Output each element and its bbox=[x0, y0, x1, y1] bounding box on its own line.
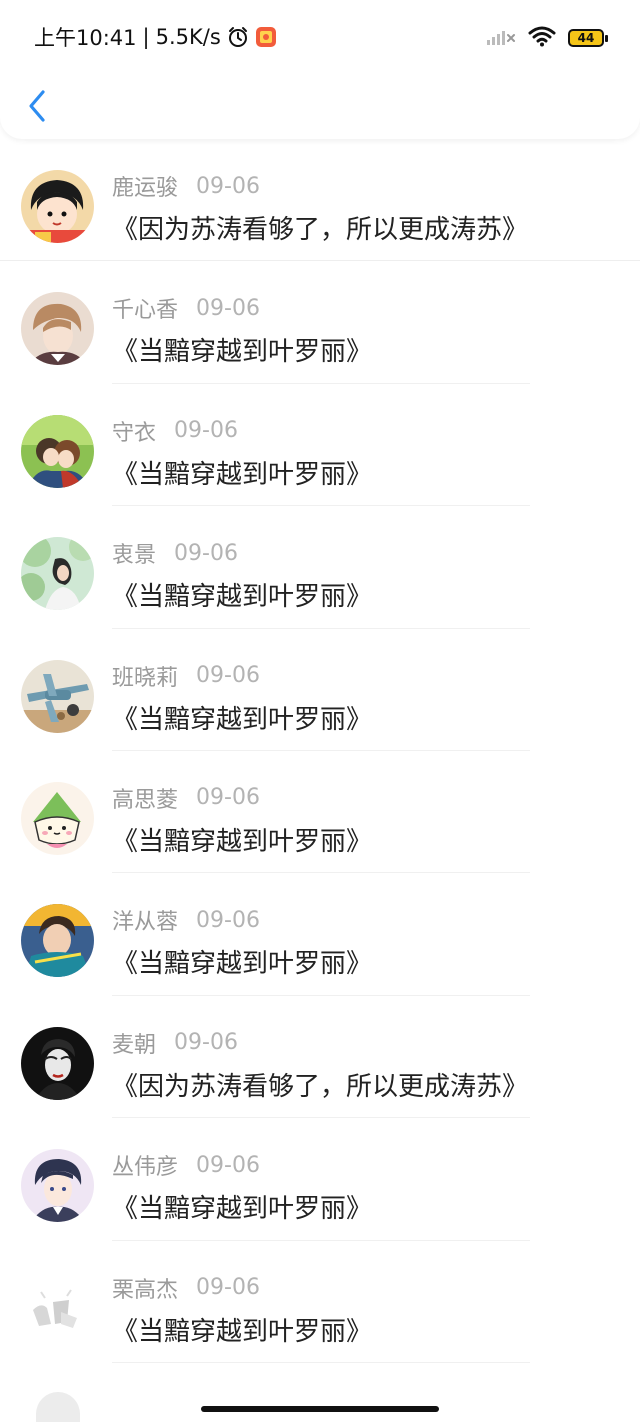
list-item[interactable]: 守衣 09-06 《当黯穿越到叶罗丽》 bbox=[0, 384, 640, 507]
comment-text: 《当黯穿越到叶罗丽》 bbox=[112, 949, 373, 980]
status-right: 44 bbox=[486, 23, 608, 53]
comment-meta: 班晓莉 09-06 bbox=[112, 660, 260, 692]
comment-text: 《当黯穿越到叶罗丽》 bbox=[112, 826, 373, 857]
comment-meta: 千心香 09-06 bbox=[112, 292, 260, 324]
battery-icon: 44 bbox=[568, 29, 608, 47]
comment-meta: 守衣 09-06 bbox=[112, 415, 238, 447]
list-item[interactable]: 千心香 09-06 《当黯穿越到叶罗丽》 bbox=[0, 261, 640, 384]
user-name[interactable]: 衷景 bbox=[112, 537, 156, 569]
comment-date: 09-06 bbox=[196, 1275, 260, 1301]
comment-meta: 鹿运骏 09-06 bbox=[112, 170, 260, 202]
list-item[interactable]: 衷景 09-06 《当黯穿越到叶罗丽》 bbox=[0, 506, 640, 629]
sketch-avatar[interactable] bbox=[21, 1271, 94, 1345]
comment-text: 《因为苏涛看够了，所以更成涛苏》 bbox=[112, 215, 529, 245]
cartoon-girl-avatar[interactable] bbox=[21, 170, 94, 243]
user-name[interactable]: 守衣 bbox=[112, 415, 156, 447]
list-item[interactable]: 高思菱 09-06 《当黯穿越到叶罗丽》 bbox=[0, 751, 640, 874]
comment-date: 09-06 bbox=[174, 540, 238, 566]
comment-text: 《当黯穿越到叶罗丽》 bbox=[112, 337, 373, 368]
comment-meta: 丛伟彦 09-06 bbox=[112, 1149, 260, 1181]
comment-text: 《当黯穿越到叶罗丽》 bbox=[112, 704, 373, 735]
comment-date: 09-06 bbox=[196, 1152, 260, 1178]
list-item[interactable]: 丛伟彦 09-06 《当黯穿越到叶罗丽》 bbox=[0, 1118, 640, 1241]
anime-boy-avatar[interactable] bbox=[21, 292, 94, 366]
signal-icon bbox=[486, 26, 516, 50]
battery-level: 44 bbox=[577, 31, 595, 45]
anime-man-avatar[interactable] bbox=[21, 1149, 94, 1223]
list-item[interactable]: 栗高杰 09-06 《当黯穿越到叶罗丽》 bbox=[0, 1241, 640, 1363]
comment-date: 09-06 bbox=[196, 295, 260, 321]
wifi-icon bbox=[528, 25, 556, 51]
comment-text: 《当黯穿越到叶罗丽》 bbox=[112, 459, 373, 490]
list-item[interactable]: 班晓莉 09-06 《当黯穿越到叶罗丽》 bbox=[0, 629, 640, 751]
user-name[interactable]: 班晓莉 bbox=[112, 660, 178, 692]
rice-dumpling-avatar[interactable] bbox=[21, 781, 94, 855]
user-name[interactable]: 栗高杰 bbox=[112, 1272, 178, 1304]
comment-date: 09-06 bbox=[174, 418, 238, 444]
top-bar: 上午10:41 | 5.5K/s 44 bbox=[0, 0, 640, 139]
comment-date: 09-06 bbox=[196, 173, 260, 199]
user-name[interactable]: 鹿运骏 bbox=[112, 170, 178, 202]
user-name[interactable]: 高思菱 bbox=[112, 782, 178, 814]
comment-date: 09-06 bbox=[196, 907, 260, 933]
toy-plane-avatar[interactable] bbox=[21, 659, 94, 733]
partial-avatar bbox=[36, 1392, 80, 1422]
status-separator: | bbox=[142, 25, 150, 49]
list-item[interactable]: 洋从蓉 09-06 《当黯穿越到叶罗丽》 bbox=[0, 873, 640, 996]
home-indicator[interactable] bbox=[201, 1406, 439, 1412]
comment-meta: 栗高杰 09-06 bbox=[112, 1272, 260, 1304]
comment-meta: 衷景 09-06 bbox=[112, 537, 238, 569]
comment-text: 《因为苏涛看够了，所以更成涛苏》 bbox=[112, 1071, 529, 1102]
comment-text: 《当黯穿越到叶罗丽》 bbox=[112, 582, 373, 613]
comment-meta: 高思菱 09-06 bbox=[112, 782, 260, 814]
boy-photo-avatar[interactable] bbox=[21, 904, 94, 978]
list-item[interactable]: 麦朝 09-06 《因为苏涛看够了，所以更成涛苏》 bbox=[0, 996, 640, 1119]
comment-meta: 洋从蓉 09-06 bbox=[112, 904, 260, 936]
user-name[interactable]: 洋从蓉 bbox=[112, 904, 178, 936]
comment-text: 《当黯穿越到叶罗丽》 bbox=[112, 1316, 373, 1347]
comment-date: 09-06 bbox=[196, 663, 260, 689]
comment-meta: 麦朝 09-06 bbox=[112, 1027, 238, 1059]
app-notification-icon bbox=[255, 26, 277, 48]
alarm-icon bbox=[227, 26, 249, 48]
girl-nature-avatar[interactable] bbox=[21, 537, 94, 611]
user-name[interactable]: 千心香 bbox=[112, 292, 178, 324]
divider bbox=[112, 1361, 530, 1363]
dark-portrait-avatar[interactable] bbox=[21, 1026, 94, 1100]
status-bar: 上午10:41 | 5.5K/s 44 bbox=[0, 0, 640, 72]
status-left: 上午10:41 | 5.5K/s bbox=[34, 22, 277, 52]
comment-date: 09-06 bbox=[196, 785, 260, 811]
status-network-speed: 5.5K/s bbox=[155, 25, 221, 49]
user-name[interactable]: 麦朝 bbox=[112, 1027, 156, 1059]
chevron-left-icon bbox=[29, 90, 45, 122]
comment-list: 鹿运骏 09-06 《因为苏涛看够了，所以更成涛苏》 千心香 09-06 《当黯… bbox=[0, 139, 640, 1363]
anime-couple-avatar[interactable] bbox=[21, 414, 94, 488]
list-item[interactable]: 鹿运骏 09-06 《因为苏涛看够了，所以更成涛苏》 bbox=[0, 139, 640, 262]
comment-text: 《当黯穿越到叶罗丽》 bbox=[112, 1194, 373, 1225]
status-time: 上午10:41 bbox=[34, 26, 137, 50]
back-button[interactable] bbox=[20, 84, 54, 128]
user-name[interactable]: 丛伟彦 bbox=[112, 1149, 178, 1181]
comment-date: 09-06 bbox=[174, 1030, 238, 1056]
